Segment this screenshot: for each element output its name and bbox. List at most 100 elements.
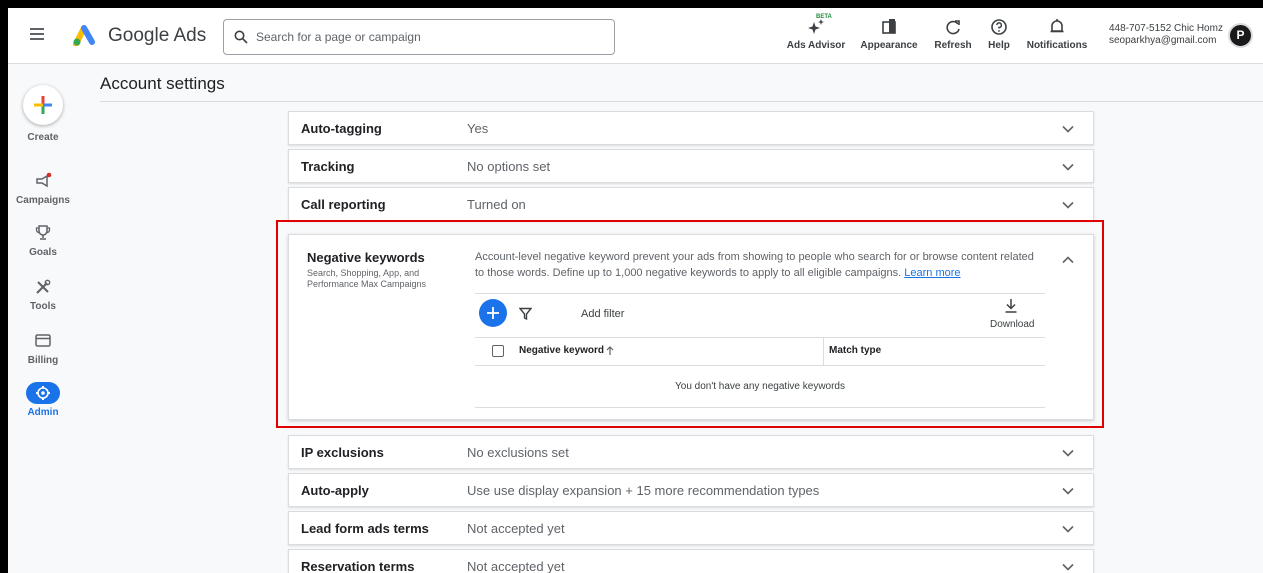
app-frame: Google Ads BETA Ads Advisor Appearance bbox=[8, 8, 1263, 573]
ads-advisor-label: Ads Advisor bbox=[786, 40, 846, 51]
chevron-down-icon[interactable] bbox=[1061, 484, 1075, 498]
column-header-match-type[interactable]: Match type bbox=[829, 345, 881, 356]
nav-goals-label: Goals bbox=[29, 247, 57, 258]
row-value: Not accepted yet bbox=[467, 521, 565, 536]
nav-tools-label: Tools bbox=[30, 301, 56, 312]
ads-advisor-button[interactable]: BETA Ads Advisor bbox=[786, 14, 846, 58]
nav-billing-label: Billing bbox=[27, 355, 59, 366]
nav-admin-label: Admin bbox=[27, 407, 59, 418]
refresh-icon bbox=[946, 20, 960, 35]
account-email: seoparkhya@gmail.com bbox=[1109, 35, 1217, 46]
row-label: IP exclusions bbox=[301, 445, 384, 460]
top-header: Google Ads BETA Ads Advisor Appearance bbox=[8, 8, 1263, 64]
appearance-button[interactable]: Appearance bbox=[856, 16, 922, 58]
nav-billing[interactable]: Billing bbox=[8, 330, 78, 366]
credit-card-icon bbox=[35, 334, 51, 347]
brand-name[interactable]: Google Ads bbox=[108, 25, 206, 47]
row-label: Reservation terms bbox=[301, 559, 415, 573]
chevron-down-icon[interactable] bbox=[1061, 560, 1075, 573]
page-title: Account settings bbox=[100, 74, 225, 93]
negative-keywords-title: Negative keywords bbox=[307, 250, 425, 265]
notifications-label: Notifications bbox=[1026, 40, 1088, 51]
setting-row-auto-apply[interactable]: Auto-apply Use use display expansion + 1… bbox=[288, 473, 1094, 507]
setting-row-auto-tagging[interactable]: Auto-tagging Yes bbox=[288, 111, 1094, 145]
gear-icon bbox=[36, 386, 50, 400]
menu-icon[interactable] bbox=[30, 28, 44, 40]
notifications-button[interactable]: Notifications bbox=[1024, 16, 1090, 58]
search-input[interactable] bbox=[256, 20, 606, 54]
divider bbox=[475, 337, 1045, 338]
row-value: Yes bbox=[467, 121, 489, 136]
google-ads-logo-icon bbox=[73, 25, 95, 46]
beta-badge: BETA bbox=[816, 14, 832, 20]
select-all-checkbox[interactable] bbox=[492, 345, 504, 357]
chevron-down-icon[interactable] bbox=[1061, 198, 1075, 212]
negative-keywords-description: Account-level negative keyword prevent y… bbox=[475, 249, 1035, 281]
nav-tools[interactable]: Tools bbox=[8, 276, 78, 312]
row-label: Auto-apply bbox=[301, 483, 369, 498]
setting-row-call-reporting[interactable]: Call reporting Turned on bbox=[288, 187, 1094, 221]
avatar[interactable]: P bbox=[1228, 23, 1253, 48]
title-divider bbox=[100, 101, 1263, 102]
search-box[interactable] bbox=[223, 19, 615, 55]
sort-ascending-icon[interactable] bbox=[605, 345, 615, 356]
left-nav: Create Campaigns Goals Tools Billing Adm… bbox=[8, 64, 78, 573]
help-button[interactable]: Help bbox=[982, 16, 1016, 58]
nav-goals[interactable]: Goals bbox=[8, 222, 78, 258]
setting-row-reservation-terms[interactable]: Reservation terms Not accepted yet bbox=[288, 549, 1094, 573]
megaphone-icon bbox=[36, 172, 52, 188]
row-value: No exclusions set bbox=[467, 445, 569, 460]
download-icon[interactable] bbox=[1004, 298, 1018, 314]
nav-admin[interactable]: Admin bbox=[8, 382, 78, 418]
account-id: 448-707-5152 Chic Homz bbox=[1109, 23, 1223, 34]
help-icon bbox=[991, 19, 1007, 35]
row-label: Lead form ads terms bbox=[301, 521, 429, 536]
bell-icon bbox=[1050, 19, 1064, 33]
appearance-icon bbox=[882, 19, 896, 34]
row-label: Call reporting bbox=[301, 197, 386, 212]
tools-icon bbox=[36, 279, 51, 294]
divider bbox=[475, 407, 1045, 408]
search-icon bbox=[234, 30, 248, 44]
refresh-button[interactable]: Refresh bbox=[930, 16, 976, 58]
learn-more-link[interactable]: Learn more bbox=[904, 267, 960, 279]
avatar-letter: P bbox=[1236, 28, 1245, 42]
row-value: Turned on bbox=[467, 197, 526, 212]
help-label: Help bbox=[988, 40, 1010, 51]
setting-row-ip-exclusions[interactable]: IP exclusions No exclusions set bbox=[288, 435, 1094, 469]
appearance-label: Appearance bbox=[860, 40, 918, 51]
negative-keywords-panel: Negative keywords Search, Shopping, App,… bbox=[288, 234, 1094, 420]
nav-create-label[interactable]: Create bbox=[8, 132, 78, 143]
admin-pill bbox=[26, 382, 60, 404]
chevron-up-icon[interactable] bbox=[1061, 253, 1075, 267]
divider bbox=[475, 365, 1045, 366]
chevron-down-icon[interactable] bbox=[1061, 122, 1075, 136]
negative-keywords-subtitle: Search, Shopping, App, and Performance M… bbox=[307, 268, 427, 289]
chevron-down-icon[interactable] bbox=[1061, 522, 1075, 536]
divider bbox=[475, 293, 1045, 294]
row-label: Tracking bbox=[301, 159, 355, 174]
column-header-negative-keyword[interactable]: Negative keyword bbox=[519, 345, 604, 356]
nav-campaigns[interactable]: Campaigns bbox=[8, 170, 78, 206]
row-value: Use use display expansion + 15 more reco… bbox=[467, 483, 820, 498]
create-button[interactable] bbox=[23, 85, 63, 125]
trophy-icon bbox=[35, 225, 51, 240]
nav-campaigns-label: Campaigns bbox=[16, 195, 70, 206]
chevron-down-icon[interactable] bbox=[1061, 446, 1075, 460]
row-value: Not accepted yet bbox=[467, 559, 565, 573]
setting-row-lead-form-ads-terms[interactable]: Lead form ads terms Not accepted yet bbox=[288, 511, 1094, 545]
row-label: Auto-tagging bbox=[301, 121, 382, 136]
add-keyword-button[interactable] bbox=[479, 299, 507, 327]
setting-row-tracking[interactable]: Tracking No options set bbox=[288, 149, 1094, 183]
row-value: No options set bbox=[467, 159, 551, 174]
empty-state-message: You don't have any negative keywords bbox=[675, 381, 845, 392]
add-filter-button[interactable]: Add filter bbox=[581, 308, 624, 320]
plus-icon bbox=[487, 307, 499, 319]
refresh-label: Refresh bbox=[934, 40, 972, 51]
filter-icon[interactable] bbox=[519, 307, 532, 320]
download-button[interactable]: Download bbox=[990, 319, 1034, 330]
chevron-down-icon[interactable] bbox=[1061, 160, 1075, 174]
account-info[interactable]: 448-707-5152 Chic Homz seoparkhya@gmail.… bbox=[1109, 23, 1223, 47]
plus-multicolor-icon bbox=[34, 96, 52, 114]
column-divider bbox=[823, 338, 824, 365]
